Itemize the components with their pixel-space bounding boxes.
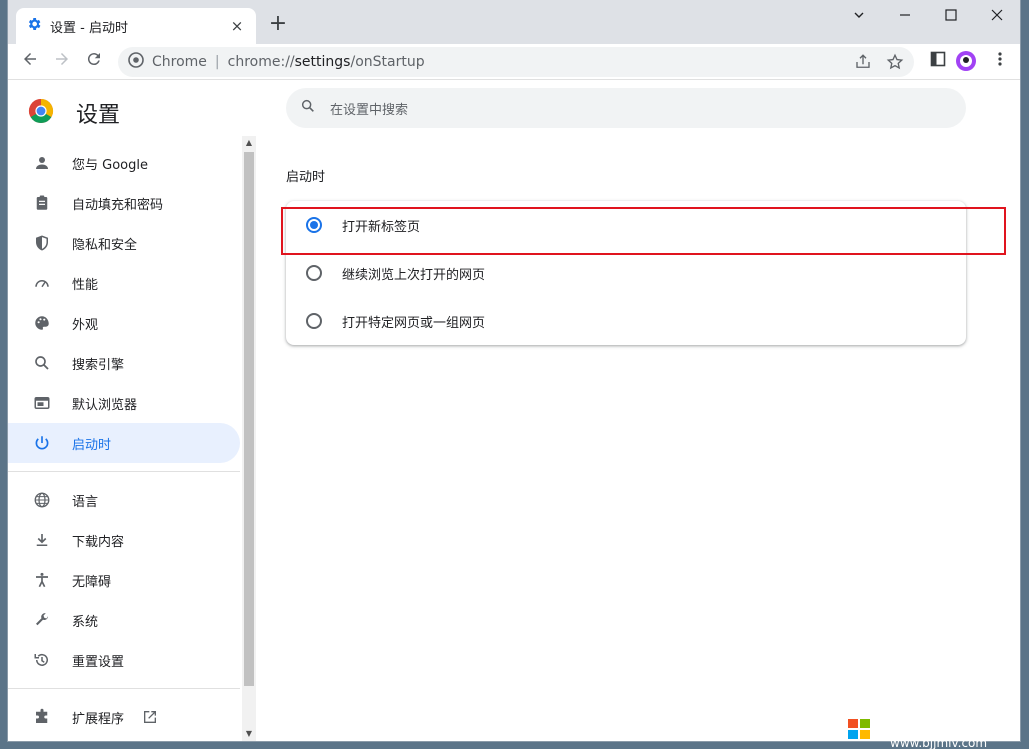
sidebar-item-extensions[interactable]: 扩展程序	[8, 697, 240, 737]
sidebar-item-label: 无障碍	[72, 574, 112, 590]
section-title: 启动时	[286, 170, 326, 185]
maximize-button[interactable]	[928, 6, 974, 26]
tab-settings[interactable]: 设置 - 启动时 ×	[16, 8, 256, 44]
option-label: 打开特定网页或一组网页	[342, 315, 486, 331]
sidebar-item-label: 性能	[72, 277, 99, 293]
annotation-highlight-box	[281, 207, 1006, 255]
browser-icon	[32, 393, 52, 413]
external-link-icon	[142, 709, 158, 725]
search-placeholder: 在设置中搜索	[330, 102, 409, 118]
sidebar-item-label: 启动时	[72, 437, 112, 453]
accessibility-icon	[32, 570, 52, 590]
download-icon	[32, 530, 52, 550]
globe-icon	[32, 490, 52, 510]
sidebar-item-label: 下载内容	[72, 534, 125, 550]
sidebar-item-search-engine[interactable]: 搜索引擎	[8, 343, 240, 383]
chrome-logo-icon	[28, 98, 54, 128]
watermark-url: www.bjjmlv.com	[890, 735, 988, 749]
sidebar-item-you-and-google[interactable]: 您与 Google	[8, 143, 240, 183]
palette-icon	[32, 313, 52, 333]
option-label: 继续浏览上次打开的网页	[342, 267, 486, 283]
sidebar-item-languages[interactable]: 语言	[8, 480, 240, 520]
nav-divider	[8, 688, 240, 689]
omnibox-host: Chrome	[152, 54, 207, 70]
watermark-brand: Windows 系统之家	[890, 698, 1017, 737]
omnibox-url: chrome://settings/onStartup	[227, 54, 425, 70]
page-title: 设置	[76, 103, 121, 128]
minimize-button[interactable]	[882, 6, 928, 26]
sidebar-item-on-startup[interactable]: 启动时	[8, 423, 240, 463]
settings-sidebar: 设置 您与 Google 自动填充和密码 隐私和安全 性能 外观 搜索引擎 默认…	[8, 81, 256, 741]
side-panel-icon[interactable]	[926, 50, 950, 74]
address-bar[interactable]: Chrome | chrome://settings/onStartup	[118, 47, 914, 77]
sidebar-item-autofill[interactable]: 自动填充和密码	[8, 183, 240, 223]
watermark: Windows 系统之家 www.bjjmlv.com	[838, 698, 1029, 749]
omnibox-separator: |	[214, 54, 220, 70]
sidebar-item-downloads[interactable]: 下载内容	[8, 520, 240, 560]
sidebar-item-default-browser[interactable]: 默认浏览器	[8, 383, 240, 423]
shield-icon	[32, 233, 52, 253]
sidebar-item-label: 扩展程序	[72, 711, 125, 727]
sidebar-item-performance[interactable]: 性能	[8, 263, 240, 303]
sidebar-item-label: 外观	[72, 317, 99, 333]
bookmark-star-icon[interactable]	[886, 53, 904, 75]
sidebar-item-label: 自动填充和密码	[72, 197, 164, 213]
search-icon	[300, 98, 316, 118]
radio-button[interactable]	[306, 265, 322, 281]
settings-brand: 设置	[28, 97, 120, 129]
gear-icon	[26, 16, 42, 36]
sidebar-item-reset[interactable]: 重置设置	[8, 640, 240, 680]
tab-search-button[interactable]	[836, 6, 882, 26]
sidebar-scrollbar[interactable]: ▲ ▼	[242, 136, 256, 741]
new-tab-button[interactable]: +	[266, 12, 290, 36]
sidebar-item-label: 重置设置	[72, 654, 125, 670]
search-icon	[32, 353, 52, 373]
sidebar-item-system[interactable]: 系统	[8, 600, 240, 640]
chrome-site-icon	[128, 52, 144, 72]
sidebar-item-privacy[interactable]: 隐私和安全	[8, 223, 240, 263]
sidebar-item-accessibility[interactable]: 无障碍	[8, 560, 240, 600]
scroll-down-arrow[interactable]: ▼	[242, 727, 256, 741]
reload-button[interactable]	[82, 50, 106, 74]
back-button[interactable]	[18, 50, 42, 74]
tab-strip: 设置 - 启动时 × +	[8, 0, 1020, 44]
nav-divider	[8, 471, 240, 472]
sidebar-item-label: 隐私和安全	[72, 237, 138, 253]
sidebar-item-appearance[interactable]: 外观	[8, 303, 240, 343]
forward-button[interactable]	[50, 50, 74, 74]
toolbar: Chrome | chrome://settings/onStartup	[8, 44, 1020, 80]
scroll-up-arrow[interactable]: ▲	[242, 136, 256, 150]
sidebar-item-label: 您与 Google	[72, 157, 148, 173]
option-continue-where-left[interactable]: 继续浏览上次打开的网页	[286, 249, 966, 297]
speedometer-icon	[32, 273, 52, 293]
sidebar-item-label: 默认浏览器	[72, 397, 138, 413]
clipboard-icon	[32, 193, 52, 213]
menu-dots-icon[interactable]	[988, 50, 1012, 74]
puzzle-icon	[32, 707, 52, 727]
radio-button[interactable]	[306, 313, 322, 329]
settings-search-input[interactable]: 在设置中搜索	[286, 88, 966, 128]
browser-window: 设置 - 启动时 × + Chrome | chrome://settings/…	[8, 0, 1020, 741]
sidebar-item-label: 系统	[72, 614, 99, 630]
option-open-specific-pages[interactable]: 打开特定网页或一组网页	[286, 297, 966, 345]
sidebar-item-label: 语言	[72, 494, 99, 510]
wrench-icon	[32, 610, 52, 630]
power-icon	[32, 433, 52, 453]
windows-logo-icon	[838, 702, 882, 747]
scrollbar-thumb[interactable]	[244, 152, 254, 686]
sidebar-item-label: 搜索引擎	[72, 357, 125, 373]
settings-nav: 您与 Google 自动填充和密码 隐私和安全 性能 外观 搜索引擎 默认浏览器…	[8, 143, 240, 737]
tab-title: 设置 - 启动时	[50, 20, 128, 36]
person-icon	[32, 153, 52, 173]
close-tab-icon[interactable]: ×	[228, 17, 246, 35]
close-window-button[interactable]	[974, 6, 1020, 26]
share-icon[interactable]	[854, 53, 872, 75]
avatar[interactable]	[954, 50, 978, 74]
history-icon	[32, 650, 52, 670]
